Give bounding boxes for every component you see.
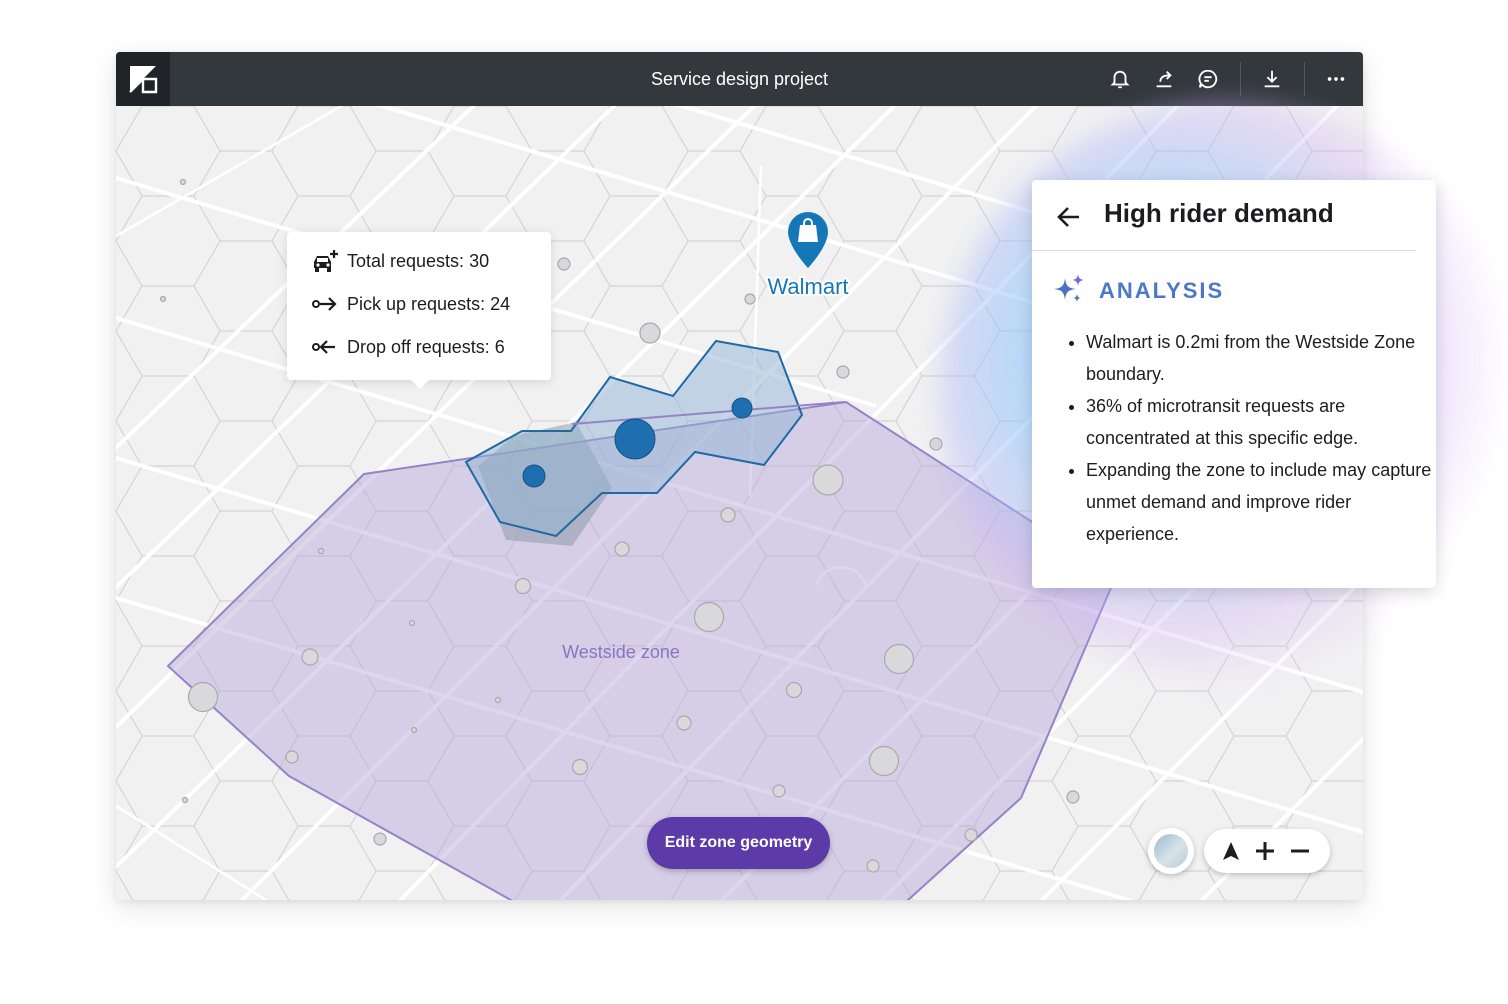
- walmart-label: Walmart: [767, 274, 848, 299]
- analysis-heading: ANALYSIS: [1099, 278, 1225, 303]
- analysis-bullet: Expanding the zone to include may captur…: [1086, 454, 1432, 550]
- more-icon[interactable]: [1322, 65, 1350, 93]
- toolbar-divider: [1240, 62, 1241, 96]
- app-logo[interactable]: [116, 52, 170, 106]
- hotspot-tooltip: Total requests: 30 Pick up requests: 24 …: [287, 232, 551, 389]
- basemap-thumbnail: [1154, 834, 1188, 868]
- download-icon[interactable]: [1258, 65, 1286, 93]
- pickup-requests-text: Pick up requests: 24: [347, 293, 511, 314]
- back-arrow-icon[interactable]: [1052, 200, 1086, 234]
- analysis-bullet: 36% of microtransit requests are concent…: [1086, 390, 1432, 454]
- panel-divider: [1032, 250, 1416, 251]
- edit-zone-geometry-button[interactable]: Edit zone geometry: [647, 817, 830, 869]
- demand-point[interactable]: [614, 418, 656, 460]
- toolbar-divider: [1304, 62, 1305, 96]
- basemap-toggle-button[interactable]: [1148, 828, 1194, 874]
- total-requests-text: Total requests: 30: [347, 250, 490, 271]
- bell-icon[interactable]: [1106, 65, 1134, 93]
- map-navigation-controls: [1204, 829, 1330, 873]
- total-requests-row: Total requests: 30: [311, 248, 489, 274]
- demand-point[interactable]: [731, 397, 753, 419]
- dropoff-requests-row: Drop off requests: 6: [311, 334, 505, 360]
- analysis-list: Walmart is 0.2mi from the Westside Zone …: [1064, 326, 1432, 550]
- zoom-in-icon[interactable]: [1252, 838, 1278, 864]
- zone-label: Westside zone: [562, 642, 680, 662]
- dropoff-arrow-icon: [311, 334, 339, 360]
- dropoff-requests-text: Drop off requests: 6: [347, 336, 505, 357]
- panel-title: High rider demand: [1104, 198, 1334, 228]
- pickup-arrow-icon: [311, 291, 339, 317]
- analysis-bullet: Walmart is 0.2mi from the Westside Zone …: [1086, 326, 1432, 390]
- analysis-panel: High rider demand ANALYSIS Walmart is 0.…: [1032, 180, 1436, 588]
- zoom-out-icon[interactable]: [1287, 838, 1313, 864]
- comment-icon[interactable]: [1194, 65, 1222, 93]
- car-add-icon: [311, 248, 339, 274]
- top-bar: Service design project: [116, 52, 1363, 106]
- demand-point[interactable]: [522, 464, 546, 488]
- locate-arrow-icon[interactable]: [1218, 838, 1244, 864]
- sparkle-icon: [1052, 272, 1086, 311]
- pickup-requests-row: Pick up requests: 24: [311, 291, 510, 317]
- share-icon[interactable]: [1150, 65, 1178, 93]
